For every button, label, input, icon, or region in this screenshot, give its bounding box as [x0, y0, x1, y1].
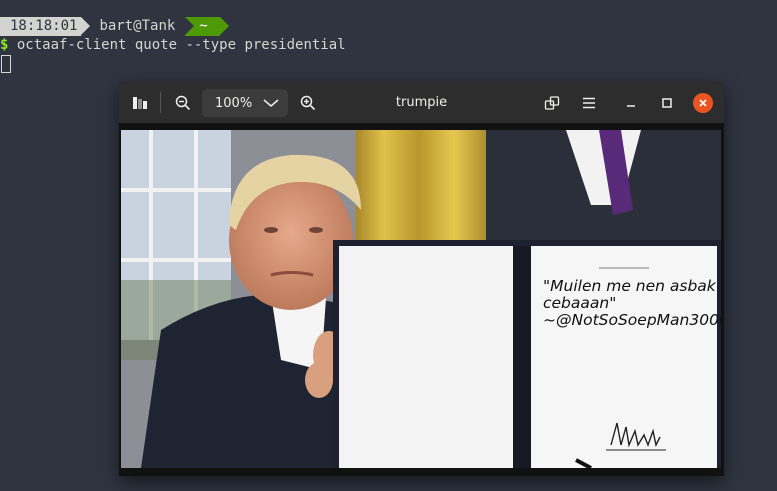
- close-icon: [699, 98, 707, 107]
- gallery-button[interactable]: [129, 82, 151, 123]
- command-line: $ octaaf-client quote --type presidentia…: [0, 36, 346, 54]
- viewer-titlebar[interactable]: 100% trumpie: [119, 82, 724, 123]
- gallery-icon: [133, 96, 147, 109]
- maximize-icon: [662, 97, 672, 108]
- rotate-icon: [544, 95, 560, 110]
- quote-author: ~@NotSoSoepMan3000: [543, 311, 721, 329]
- close-button[interactable]: [692, 82, 714, 123]
- image-viewer-window[interactable]: 100% trumpie "Muilen me nen asbak cebaaa…: [119, 82, 724, 476]
- prompt-cwd: ~: [185, 17, 230, 36]
- prompt-symbol: $: [0, 37, 9, 53]
- command-text: octaaf-client quote --type presidential: [16, 37, 346, 53]
- hamburger-menu-icon: [583, 97, 595, 108]
- zoom-in-icon: [300, 95, 316, 110]
- prompt-time: 18:18:01: [0, 17, 91, 36]
- shell-prompt: 18:18:01 bart@Tank ~: [0, 17, 230, 36]
- image-canvas[interactable]: "Muilen me nen asbak cebaaan" ~@NotSoSoe…: [121, 130, 721, 468]
- rotate-button[interactable]: [541, 82, 563, 123]
- zoom-in-button[interactable]: [297, 82, 319, 123]
- quote-line: cebaaan": [543, 294, 617, 312]
- main-menu-button[interactable]: [578, 82, 600, 123]
- prompt-user-host: bart@Tank: [99, 18, 176, 34]
- quote-overlay: "Muilen me nen asbak cebaaan" ~@NotSoSoe…: [543, 278, 721, 329]
- zoom-out-button[interactable]: [172, 82, 194, 123]
- titlebar-divider: [160, 92, 161, 113]
- zoom-level-value: 100%: [215, 95, 253, 111]
- zoom-out-icon: [175, 95, 191, 110]
- zoom-level-dropdown[interactable]: 100%: [202, 89, 288, 117]
- minimize-icon: [627, 104, 635, 107]
- chevron-down-icon: [263, 99, 279, 107]
- maximize-button[interactable]: [656, 82, 678, 123]
- minimize-button[interactable]: [620, 82, 642, 123]
- terminal-cursor: [1, 55, 11, 73]
- quote-line: "Muilen me nen asbak: [543, 278, 716, 295]
- close-button-circle: [693, 92, 713, 113]
